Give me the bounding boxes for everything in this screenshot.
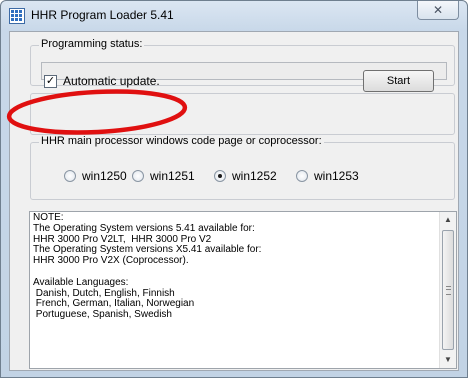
scroll-down-icon[interactable]: ▼ [440, 352, 456, 368]
radio-button[interactable] [132, 170, 144, 182]
radio-label-win1252: win1252 [232, 169, 277, 183]
radio-selected-dot [218, 174, 222, 178]
scroll-up-icon[interactable]: ▲ [440, 212, 456, 228]
program-loader-window: HHR Program Loader 5.41 ✕ Programming st… [0, 0, 468, 378]
radio-label-win1250: win1250 [82, 169, 127, 183]
title-bar[interactable]: HHR Program Loader 5.41 ✕ [1, 1, 467, 31]
automatic-update-checkbox[interactable]: ✓ [44, 75, 57, 88]
code-page-label: HHR main processor windows code page or … [39, 135, 324, 147]
vertical-scrollbar[interactable]: ▲ ▼ [439, 212, 456, 368]
radio-button[interactable] [296, 170, 308, 182]
scroll-thumb[interactable] [442, 230, 454, 350]
code-page-group: HHR main processor windows code page or … [30, 135, 455, 200]
window-title: HHR Program Loader 5.41 [31, 8, 174, 22]
notes-textarea[interactable]: NOTE: The Operating System versions 5.41… [29, 211, 457, 369]
checkmark-icon: ✓ [45, 75, 56, 87]
grid-app-icon [9, 8, 25, 24]
notes-text: NOTE: The Operating System versions 5.41… [33, 212, 262, 321]
update-options-group [30, 93, 455, 135]
programming-status-label: Programming status: [39, 38, 145, 50]
grip-icon [446, 286, 451, 295]
start-button[interactable]: Start [363, 70, 434, 92]
close-button[interactable]: ✕ [417, 1, 459, 20]
close-icon: ✕ [432, 3, 444, 17]
radio-button[interactable] [64, 170, 76, 182]
radio-button-selected[interactable] [214, 170, 226, 182]
radio-label-win1253: win1253 [314, 169, 359, 183]
radio-label-win1251: win1251 [150, 169, 195, 183]
automatic-update-label[interactable]: Automatic update. [63, 74, 160, 88]
